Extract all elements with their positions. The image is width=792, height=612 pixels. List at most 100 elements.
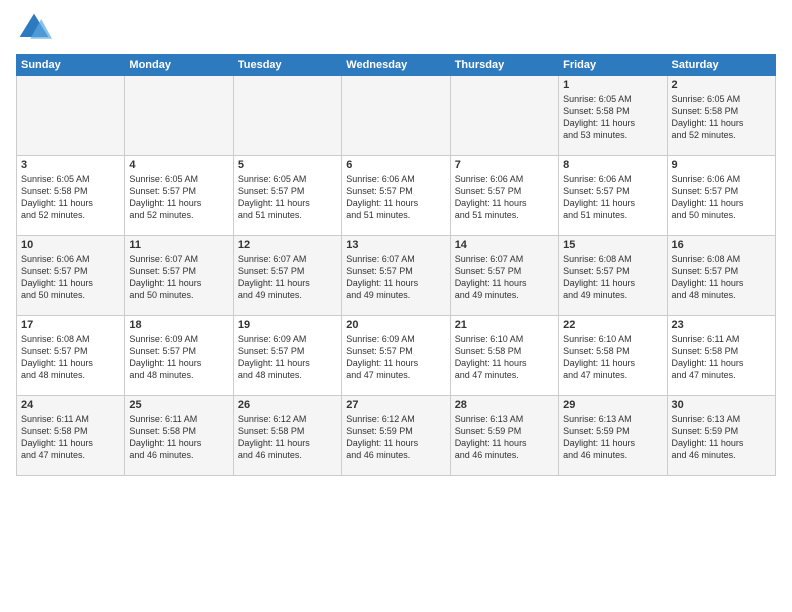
calendar-table: SundayMondayTuesdayWednesdayThursdayFrid… [16,54,776,476]
calendar-cell: 21Sunrise: 6:10 AM Sunset: 5:58 PM Dayli… [450,316,558,396]
calendar-cell: 9 Sunrise: 6:06 AM Sunset: 5:57 PM Daylig… [667,156,775,236]
day-info: Sunrise: 6:07 AM Sunset: 5:57 PM Dayligh… [238,253,337,302]
calendar-cell: 26 Sunrise: 6:12 AM Sunset: 5:58 PM Dayli… [233,396,341,476]
day-number: 26 [238,399,337,411]
calendar-cell: 24 Sunrise: 6:11 AM Sunset: 5:58 PM Dayli… [17,396,125,476]
calendar-cell: 13Sunrise: 6:07 AM Sunset: 5:57 PM Dayli… [342,236,450,316]
calendar-week-4: 17 Sunrise: 6:08 AM Sunset: 5:57 PM Dayli… [17,316,776,396]
calendar-cell: 15 Sunrise: 6:08 AM Sunset: 5:57 PM Dayli… [559,236,667,316]
weekday-header-thursday: Thursday [450,55,558,76]
calendar-cell: 7Sunrise: 6:06 AM Sunset: 5:57 PM Daylig… [450,156,558,236]
calendar-cell [450,76,558,156]
day-number: 1 [563,79,662,91]
day-number: 5 [238,159,337,171]
calendar-cell: 16 Sunrise: 6:08 AM Sunset: 5:57 PM Dayli… [667,236,775,316]
day-info: Sunrise: 6:11 AM Sunset: 5:58 PM Dayligh… [672,333,771,382]
calendar-cell: 27 Sunrise: 6:12 AM Sunset: 5:59 PM Dayli… [342,396,450,476]
day-info: Sunrise: 6:12 AM Sunset: 5:58 PM Dayligh… [238,413,337,462]
calendar-cell: 12 Sunrise: 6:07 AM Sunset: 5:57 PM Dayli… [233,236,341,316]
day-number: 15 [563,239,662,251]
day-number: 6 [346,159,445,171]
calendar-cell: 20Sunrise: 6:09 AM Sunset: 5:57 PM Dayli… [342,316,450,396]
calendar-cell: 30 Sunrise: 6:13 AM Sunset: 5:59 PM Dayli… [667,396,775,476]
day-number: 12 [238,239,337,251]
calendar-cell: 29Sunrise: 6:13 AM Sunset: 5:59 PM Dayli… [559,396,667,476]
calendar-week-1: 1 Sunrise: 6:05 AM Sunset: 5:58 PM Daylig… [17,76,776,156]
day-number: 8 [563,159,662,171]
calendar-cell: 25 Sunrise: 6:11 AM Sunset: 5:58 PM Dayli… [125,396,233,476]
weekday-header-wednesday: Wednesday [342,55,450,76]
calendar-cell: 22 Sunrise: 6:10 AM Sunset: 5:58 PM Dayli… [559,316,667,396]
calendar-cell: 19 Sunrise: 6:09 AM Sunset: 5:57 PM Dayli… [233,316,341,396]
day-number: 21 [455,319,554,331]
day-info: Sunrise: 6:08 AM Sunset: 5:57 PM Dayligh… [21,333,120,382]
calendar-cell: 14 Sunrise: 6:07 AM Sunset: 5:57 PM Dayli… [450,236,558,316]
day-info: Sunrise: 6:06 AM Sunset: 5:57 PM Dayligh… [563,173,662,222]
day-info: Sunrise: 6:05 AM Sunset: 5:58 PM Dayligh… [563,93,662,142]
day-info: Sunrise: 6:08 AM Sunset: 5:57 PM Dayligh… [672,253,771,302]
calendar-cell: 28 Sunrise: 6:13 AM Sunset: 5:59 PM Dayli… [450,396,558,476]
weekday-header-monday: Monday [125,55,233,76]
day-info: Sunrise: 6:05 AM Sunset: 5:57 PM Dayligh… [238,173,337,222]
calendar-cell: 3 Sunrise: 6:05 AM Sunset: 5:58 PM Daylig… [17,156,125,236]
calendar-cell: 1 Sunrise: 6:05 AM Sunset: 5:58 PM Daylig… [559,76,667,156]
calendar-week-3: 10 Sunrise: 6:06 AM Sunset: 5:57 PM Dayli… [17,236,776,316]
day-number: 19 [238,319,337,331]
day-number: 3 [21,159,120,171]
day-number: 30 [672,399,771,411]
day-number: 27 [346,399,445,411]
day-info: Sunrise: 6:13 AM Sunset: 5:59 PM Dayligh… [455,413,554,462]
day-info: Sunrise: 6:10 AM Sunset: 5:58 PM Dayligh… [563,333,662,382]
day-number: 20 [346,319,445,331]
day-info: Sunrise: 6:05 AM Sunset: 5:58 PM Dayligh… [672,93,771,142]
day-number: 22 [563,319,662,331]
day-info: Sunrise: 6:05 AM Sunset: 5:57 PM Dayligh… [129,173,228,222]
day-info: Sunrise: 6:09 AM Sunset: 5:57 PM Dayligh… [129,333,228,382]
calendar-cell: 4 Sunrise: 6:05 AM Sunset: 5:57 PM Daylig… [125,156,233,236]
day-number: 25 [129,399,228,411]
calendar-cell: 18 Sunrise: 6:09 AM Sunset: 5:57 PM Dayli… [125,316,233,396]
day-info: Sunrise: 6:12 AM Sunset: 5:59 PM Dayligh… [346,413,445,462]
day-info: Sunrise: 6:06 AM Sunset: 5:57 PM Dayligh… [346,173,445,222]
calendar-cell: 8 Sunrise: 6:06 AM Sunset: 5:57 PM Daylig… [559,156,667,236]
weekday-header-saturday: Saturday [667,55,775,76]
day-number: 17 [21,319,120,331]
day-number: 7 [455,159,554,171]
calendar-header-row: SundayMondayTuesdayWednesdayThursdayFrid… [17,55,776,76]
day-number: 10 [21,239,120,251]
day-info: Sunrise: 6:13 AM Sunset: 5:59 PM Dayligh… [672,413,771,462]
calendar-week-5: 24 Sunrise: 6:11 AM Sunset: 5:58 PM Dayli… [17,396,776,476]
calendar-cell: 11Sunrise: 6:07 AM Sunset: 5:57 PM Dayli… [125,236,233,316]
day-number: 2 [672,79,771,91]
day-number: 9 [672,159,771,171]
day-info: Sunrise: 6:11 AM Sunset: 5:58 PM Dayligh… [129,413,228,462]
calendar-cell: 23 Sunrise: 6:11 AM Sunset: 5:58 PM Dayli… [667,316,775,396]
day-info: Sunrise: 6:05 AM Sunset: 5:58 PM Dayligh… [21,173,120,222]
day-number: 16 [672,239,771,251]
calendar-cell: 17 Sunrise: 6:08 AM Sunset: 5:57 PM Dayli… [17,316,125,396]
day-info: Sunrise: 6:11 AM Sunset: 5:58 PM Dayligh… [21,413,120,462]
logo [16,10,56,46]
calendar-cell: 10 Sunrise: 6:06 AM Sunset: 5:57 PM Dayli… [17,236,125,316]
day-info: Sunrise: 6:06 AM Sunset: 5:57 PM Dayligh… [672,173,771,222]
day-info: Sunrise: 6:06 AM Sunset: 5:57 PM Dayligh… [21,253,120,302]
day-number: 29 [563,399,662,411]
calendar-cell: 2 Sunrise: 6:05 AM Sunset: 5:58 PM Daylig… [667,76,775,156]
day-info: Sunrise: 6:08 AM Sunset: 5:57 PM Dayligh… [563,253,662,302]
day-info: Sunrise: 6:09 AM Sunset: 5:57 PM Dayligh… [238,333,337,382]
calendar-cell [342,76,450,156]
day-number: 18 [129,319,228,331]
day-info: Sunrise: 6:07 AM Sunset: 5:57 PM Dayligh… [129,253,228,302]
page-container: SundayMondayTuesdayWednesdayThursdayFrid… [0,0,792,484]
calendar-week-2: 3 Sunrise: 6:05 AM Sunset: 5:58 PM Daylig… [17,156,776,236]
day-number: 24 [21,399,120,411]
calendar-cell: 5 Sunrise: 6:05 AM Sunset: 5:57 PM Daylig… [233,156,341,236]
weekday-header-friday: Friday [559,55,667,76]
day-number: 28 [455,399,554,411]
logo-icon [16,10,52,46]
day-number: 4 [129,159,228,171]
day-info: Sunrise: 6:07 AM Sunset: 5:57 PM Dayligh… [455,253,554,302]
day-number: 14 [455,239,554,251]
calendar-cell [17,76,125,156]
day-number: 23 [672,319,771,331]
